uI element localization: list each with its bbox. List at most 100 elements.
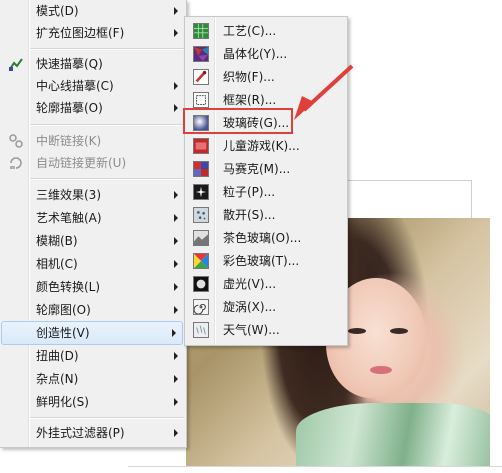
fabric-icon	[193, 69, 209, 85]
submenu-item-scatter[interactable]: 散开(S)...	[187, 204, 345, 226]
submenu-arrow-icon	[174, 104, 178, 112]
menu-item-inflate-bitmap[interactable]: 扩充位图边框(F)	[2, 22, 184, 44]
menu-item-label: 模式(D)	[36, 4, 79, 18]
submenu-item-smoked-glass[interactable]: 茶色玻璃(O)...	[187, 227, 345, 249]
menu-item-label: 中心线描摹(C)	[36, 79, 114, 93]
submenu-arrow-icon	[174, 214, 178, 222]
menu-item-3d-effects[interactable]: 三维效果(3)	[2, 184, 184, 206]
canvas-edge	[128, 466, 502, 467]
menu-item-sharpen[interactable]: 鲜明化(S)	[2, 391, 184, 413]
menu-item-label: 杂点(N)	[36, 372, 79, 386]
crystallize-icon	[193, 46, 209, 62]
submenu-item-label: 儿童游戏(K)...	[223, 139, 300, 153]
menu-item-label: 外挂式过滤器(P)	[36, 426, 125, 440]
submenu-item-label: 晶体化(Y)...	[223, 47, 288, 61]
menu-item-mode[interactable]: 模式(D)	[2, 0, 184, 22]
submenu-arrow-icon	[174, 306, 178, 314]
submenu-item-weather[interactable]: 天气(W)...	[187, 319, 345, 341]
scatter-icon	[193, 207, 209, 223]
photo-lips	[370, 366, 392, 374]
menu-item-plugins[interactable]: 外挂式过滤器(P)	[2, 422, 184, 444]
kids-play-icon	[193, 138, 209, 154]
submenu-arrow-icon	[174, 7, 178, 15]
menu-item-centerline-trace[interactable]: 中心线描摹(C)	[2, 75, 184, 97]
submenu-arrow-icon	[172, 329, 176, 337]
menu-item-label: 鲜明化(S)	[36, 395, 89, 409]
submenu-item-label: 织物(F)...	[223, 70, 275, 84]
submenu-arrow-icon	[174, 398, 178, 406]
menu-item-label: 创造性(V)	[36, 326, 90, 340]
menu-item-art-strokes[interactable]: 艺术笔触(A)	[2, 207, 184, 229]
menu-item-label: 扩充位图边框(F)	[36, 26, 125, 40]
mosaic-icon	[193, 161, 209, 177]
menu-separator	[30, 417, 184, 419]
frame-icon	[193, 92, 209, 108]
menu-item-distort[interactable]: 扭曲(D)	[2, 345, 184, 367]
menu-item-blur[interactable]: 模糊(B)	[2, 230, 184, 252]
submenu-arrow-icon	[174, 237, 178, 245]
submenu-arrow-icon	[174, 352, 178, 360]
menu-item-auto-link-update: 自动链接更新(U)	[2, 152, 184, 174]
submenu-item-crafts[interactable]: 工艺(C)...	[187, 20, 345, 42]
menu-separator	[30, 178, 184, 180]
particles-icon	[193, 184, 209, 200]
menu-item-label: 扭曲(D)	[36, 349, 79, 363]
link-update-icon	[10, 157, 22, 169]
menu-item-quick-trace[interactable]: 快速描摹(Q)	[2, 53, 184, 75]
submenu-item-label: 散开(S)...	[223, 208, 276, 222]
photo-scarf	[296, 403, 490, 466]
smoked-glass-icon	[193, 230, 209, 246]
menu-separator	[30, 48, 184, 50]
menu-item-label: 轮廓图(O)	[36, 303, 91, 317]
submenu-arrow-icon	[174, 429, 178, 437]
menu-item-noise[interactable]: 杂点(N)	[2, 368, 184, 390]
menu-item-label: 中断链接(K)	[36, 134, 102, 148]
menu-item-contour[interactable]: 轮廓图(O)	[2, 299, 184, 321]
photo-eye-right	[390, 328, 408, 334]
submenu-item-kids-play[interactable]: 儿童游戏(K)...	[187, 135, 345, 157]
submenu-item-vortex[interactable]: 旋涡(X)...	[187, 296, 345, 318]
submenu-arrow-icon	[174, 191, 178, 199]
menu-item-color-transform[interactable]: 颜色转换(L)	[2, 276, 184, 298]
menu-item-label: 自动链接更新(U)	[36, 156, 127, 170]
menu-item-outline-trace[interactable]: 轮廓描摹(O)	[2, 97, 184, 119]
vortex-icon	[193, 299, 209, 315]
menu-separator	[30, 124, 184, 126]
menu-item-label: 轮廓描摹(O)	[36, 101, 103, 115]
submenu-item-label: 彩色玻璃(T)...	[223, 254, 300, 268]
menu-item-camera[interactable]: 相机(C)	[2, 253, 184, 275]
submenu-arrow-icon	[174, 29, 178, 37]
submenu-item-label: 工艺(C)...	[223, 24, 277, 38]
annotation-highlight-box	[183, 108, 293, 134]
submenu-item-particles[interactable]: 粒子(P)...	[187, 181, 345, 203]
submenu-arrow-icon	[174, 82, 178, 90]
menu-item-label: 快速描摹(Q)	[36, 57, 103, 71]
weather-icon	[193, 322, 209, 338]
submenu-arrow-icon	[174, 375, 178, 383]
submenu-item-label: 马赛克(M)...	[223, 162, 291, 176]
menu-item-break-link: 中断链接(K)	[2, 130, 184, 152]
menu-item-label: 三维效果(3)	[36, 188, 101, 202]
menu-item-creative[interactable]: 创造性(V)	[1, 321, 183, 345]
bitmaps-menu: 模式(D) 扩充位图边框(F) 快速描摹(Q) 中心线描摹(C) 轮廓描摹(O)…	[0, 0, 187, 448]
submenu-item-stained-glass[interactable]: 彩色玻璃(T)...	[187, 250, 345, 272]
submenu-item-label: 茶色玻璃(O)...	[223, 231, 302, 245]
menu-item-label: 颜色转换(L)	[36, 280, 101, 294]
submenu-item-label: 虚光(V)...	[223, 277, 277, 291]
submenu-arrow-icon	[174, 283, 178, 291]
stained-glass-icon	[193, 253, 209, 269]
photo-eye-left	[348, 328, 366, 334]
vignette-icon	[193, 276, 209, 292]
submenu-item-vignette[interactable]: 虚光(V)...	[187, 273, 345, 295]
menu-item-label: 相机(C)	[36, 257, 78, 271]
submenu-item-label: 天气(W)...	[223, 323, 280, 337]
submenu-item-label: 旋涡(X)...	[223, 300, 277, 314]
submenu-arrow-icon	[174, 260, 178, 268]
annotation-arrow-icon	[294, 64, 354, 120]
submenu-item-label: 粒子(P)...	[223, 185, 276, 199]
submenu-item-mosaic[interactable]: 马赛克(M)...	[187, 158, 345, 180]
break-link-icon	[9, 134, 23, 148]
menu-item-label: 模糊(B)	[36, 234, 78, 248]
quick-trace-icon	[9, 58, 23, 71]
crafts-icon	[193, 23, 209, 39]
